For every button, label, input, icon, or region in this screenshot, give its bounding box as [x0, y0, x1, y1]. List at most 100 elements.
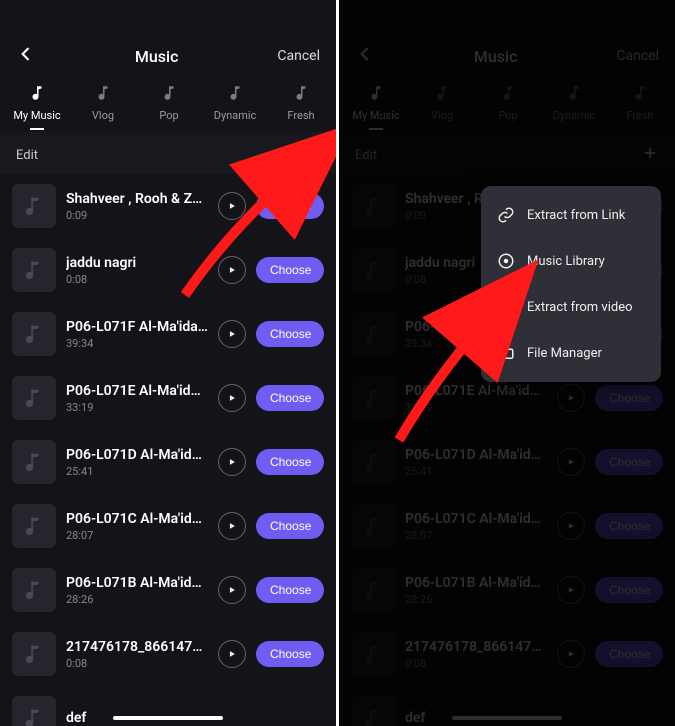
music-thumb-icon — [12, 504, 56, 548]
music-thumb-icon — [351, 568, 395, 612]
popup-file-manager[interactable]: File Manager — [481, 330, 661, 376]
track-row[interactable]: 217476178_8661470...0:08 Choose — [0, 622, 336, 686]
choose-button[interactable]: Choose — [256, 449, 324, 475]
track-meta: P06-L071E Al-Ma'ida...33:19 — [405, 383, 547, 414]
track-row[interactable]: P06-L071E Al-Ma'ida...33:19 Choose — [0, 366, 336, 430]
choose-button[interactable]: Choose — [595, 385, 663, 411]
tab-my-music[interactable]: My Music — [4, 80, 70, 132]
status-bar — [0, 0, 336, 36]
tab-pop[interactable]: Pop — [136, 80, 202, 132]
tab-vlog[interactable]: Vlog — [70, 80, 136, 132]
track-row[interactable]: P06-L071C Al-Ma'ida...28:07Choose — [339, 494, 675, 558]
choose-button[interactable]: Choose — [256, 641, 324, 667]
choose-button[interactable]: Choose — [256, 321, 324, 347]
track-row[interactable]: def — [339, 686, 675, 726]
music-thumb-icon — [12, 440, 56, 484]
edit-button[interactable]: Edit — [355, 148, 377, 163]
track-name: P06-L071F Al-Ma'idah... — [66, 319, 208, 335]
track-row[interactable]: P06-L071D Al-Ma'ida...25:41 Choose — [0, 430, 336, 494]
track-name: P06-L071B Al-Ma'ida... — [66, 575, 208, 591]
track-row[interactable]: P06-L071F Al-Ma'idah... 39:34 Choose — [0, 302, 336, 366]
tab-vlog[interactable]: Vlog — [409, 80, 475, 132]
tab-dynamic[interactable]: Dynamic — [202, 80, 268, 132]
choose-button[interactable]: Choose — [256, 385, 324, 411]
note-icon — [499, 84, 517, 105]
popup-music-library[interactable]: Music Library — [481, 238, 661, 284]
titlebar: Music Cancel — [0, 36, 336, 72]
track-duration: 0:08 — [66, 273, 208, 286]
track-duration: 39:34 — [66, 337, 208, 350]
note-icon — [28, 84, 46, 105]
track-row[interactable]: P06-L071C Al-Ma'ida...28:07 Choose — [0, 494, 336, 558]
music-thumb-icon — [351, 312, 395, 356]
add-icon[interactable] — [302, 144, 320, 166]
play-button[interactable] — [218, 512, 246, 540]
track-meta: P06-L071D Al-Ma'ida...25:41 — [66, 447, 208, 478]
track-meta: P06-L071C Al-Ma'ida...28:07 — [66, 511, 208, 542]
choose-button[interactable]: Choose — [595, 449, 663, 475]
edit-row: Edit — [339, 132, 675, 174]
back-icon[interactable] — [16, 44, 36, 68]
choose-button[interactable]: Choose — [256, 513, 324, 539]
tab-label: Vlog — [431, 109, 453, 122]
tab-my-music[interactable]: My Music — [343, 80, 409, 132]
track-meta: 217476178_8661470...0:08 — [66, 639, 208, 670]
note-icon — [367, 84, 385, 105]
track-row[interactable]: Shahveer , Rooh & Zai...0:09 Choose — [0, 174, 336, 238]
note-icon — [160, 84, 178, 105]
tab-pop[interactable]: Pop — [475, 80, 541, 132]
page-title: Music — [474, 47, 518, 66]
cancel-button[interactable]: Cancel — [277, 48, 320, 64]
tab-fresh[interactable]: Fresh — [607, 80, 673, 132]
choose-button[interactable]: Choose — [595, 513, 663, 539]
music-thumb-icon — [12, 632, 56, 676]
titlebar: Music Cancel — [339, 36, 675, 72]
track-meta: P06-L071B Al-Ma'ida... 28:26 — [66, 575, 208, 606]
choose-button[interactable]: Choose — [595, 641, 663, 667]
popup-extract-video[interactable]: Extract from video — [481, 284, 661, 330]
track-row[interactable]: def — [0, 686, 336, 726]
play-button[interactable] — [218, 576, 246, 604]
play-button[interactable] — [218, 448, 246, 476]
choose-button[interactable]: Choose — [256, 193, 324, 219]
track-meta: 217476178_8661470...0:08 — [405, 639, 547, 670]
choose-button[interactable]: Choose — [595, 577, 663, 603]
video-icon — [497, 298, 515, 316]
back-icon[interactable] — [355, 44, 375, 68]
play-button[interactable] — [557, 384, 585, 412]
choose-button[interactable]: Choose — [256, 577, 324, 603]
popup-extract-link[interactable]: Extract from Link — [481, 192, 661, 238]
tab-label: Dynamic — [553, 109, 596, 122]
tab-fresh[interactable]: Fresh — [268, 80, 334, 132]
play-button[interactable] — [557, 448, 585, 476]
play-button[interactable] — [218, 256, 246, 284]
play-button[interactable] — [218, 640, 246, 668]
track-row[interactable]: jaddu nagri0:08Choose — [0, 238, 336, 302]
tab-dynamic[interactable]: Dynamic — [541, 80, 607, 132]
edit-row: Edit — [0, 132, 336, 174]
tab-label: Fresh — [287, 109, 314, 122]
track-row[interactable]: P06-L071B Al-Ma'ida... 28:26 Choose — [0, 558, 336, 622]
play-button[interactable] — [218, 384, 246, 412]
play-button[interactable] — [218, 192, 246, 220]
track-row[interactable]: P06-L071D Al-Ma'ida...25:41Choose — [339, 430, 675, 494]
track-duration: 0:08 — [405, 657, 547, 670]
choose-button[interactable]: Choose — [256, 257, 324, 283]
add-icon[interactable] — [641, 144, 659, 166]
track-row[interactable]: P06-L071B Al-Ma'ida...28:26Choose — [339, 558, 675, 622]
track-row[interactable]: 217476178_8661470...0:08 Choose — [339, 622, 675, 686]
track-meta: Shahveer , Rooh & Zai...0:09 — [66, 191, 208, 222]
edit-button[interactable]: Edit — [16, 148, 38, 163]
play-button[interactable] — [557, 512, 585, 540]
popup-label: File Manager — [527, 346, 602, 361]
play-button[interactable] — [557, 640, 585, 668]
tab-label: Pop — [498, 109, 517, 122]
note-icon — [631, 84, 649, 105]
play-button[interactable] — [557, 576, 585, 604]
folder-icon — [497, 344, 515, 362]
track-duration: 28:26 — [66, 593, 208, 606]
track-duration: 28:26 — [405, 593, 547, 606]
track-meta: P06-L071E Al-Ma'ida...33:19 — [66, 383, 208, 414]
cancel-button[interactable]: Cancel — [616, 48, 659, 64]
play-button[interactable] — [218, 320, 246, 348]
